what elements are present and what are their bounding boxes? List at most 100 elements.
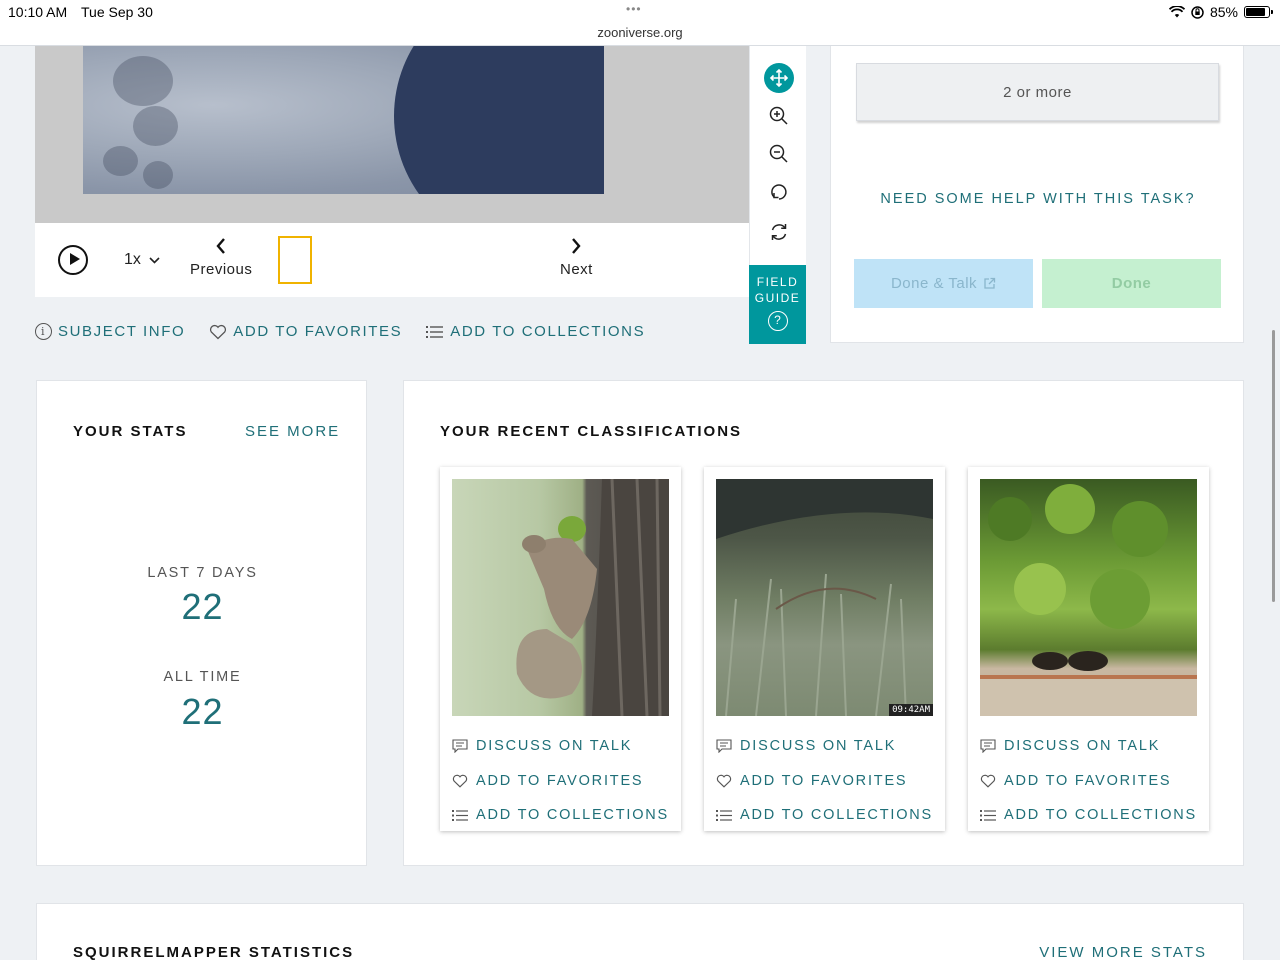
status-indicators: 85% xyxy=(1168,4,1273,20)
classification-thumbnail[interactable]: 09:42AM xyxy=(716,479,933,716)
all-time-value: 22 xyxy=(181,691,224,732)
list-icon xyxy=(980,809,996,821)
see-more-link[interactable]: SEE MORE xyxy=(245,423,340,440)
done-and-talk-button[interactable]: Done & Talk xyxy=(854,259,1033,308)
image-toolbar xyxy=(749,46,806,265)
next-button[interactable]: Next xyxy=(560,237,593,278)
playback-controls: 1x Previous Next xyxy=(35,223,749,297)
battery-icon xyxy=(1244,6,1273,18)
add-to-favorites-label: ADD TO FAVORITES xyxy=(740,772,908,789)
rotate-icon xyxy=(771,184,787,200)
list-icon xyxy=(452,809,468,821)
add-to-favorites-link[interactable]: ADD TO FAVORITES xyxy=(452,764,669,799)
comment-icon xyxy=(716,739,732,754)
reset-button[interactable] xyxy=(764,217,794,247)
zoom-out-icon xyxy=(769,144,788,163)
frame-thumbnail[interactable] xyxy=(278,236,312,284)
last-7-days-label: LAST 7 DAYS xyxy=(147,565,258,581)
discuss-on-talk-label: DISCUSS ON TALK xyxy=(1004,738,1161,755)
add-to-collections-link[interactable]: ADD TO COLLECTIONS xyxy=(716,798,933,833)
subject-info-label: SUBJECT INFO xyxy=(58,323,186,340)
status-date: Tue Sep 30 xyxy=(81,4,153,20)
add-to-collections-label: ADD TO COLLECTIONS xyxy=(740,807,934,824)
list-icon xyxy=(426,325,444,338)
previous-button[interactable]: Previous xyxy=(190,237,252,278)
previous-label: Previous xyxy=(190,261,253,278)
heart-icon xyxy=(716,774,732,788)
external-link-icon xyxy=(984,277,996,289)
recent-classifications-heading: YOUR RECENT CLASSIFICATIONS xyxy=(440,423,743,440)
speed-value: 1x xyxy=(124,251,141,268)
grass-photo xyxy=(716,479,933,716)
classification-thumbnail[interactable] xyxy=(980,479,1197,716)
add-to-favorites-link[interactable]: ADD TO FAVORITES xyxy=(209,323,402,340)
discuss-on-talk-link[interactable]: DISCUSS ON TALK xyxy=(980,729,1197,764)
add-to-favorites-link[interactable]: ADD TO FAVORITES xyxy=(980,764,1197,799)
last-7-days-value: 22 xyxy=(181,586,224,627)
discuss-on-talk-link[interactable]: DISCUSS ON TALK xyxy=(716,729,933,764)
add-to-collections-link[interactable]: ADD TO COLLECTIONS xyxy=(426,323,645,340)
project-statistics-card: SQUIRRELMAPPER STATISTICS VIEW MORE STAT… xyxy=(36,903,1244,960)
comment-icon xyxy=(452,739,468,754)
address-bar-url[interactable]: zooniverse.org xyxy=(0,25,1280,40)
add-to-collections-link[interactable]: ADD TO COLLECTIONS xyxy=(980,798,1197,833)
speed-select[interactable]: 1x xyxy=(124,251,160,269)
move-tool-button[interactable] xyxy=(764,63,794,93)
done-and-talk-label: Done & Talk xyxy=(890,275,978,292)
field-guide-label: FIELD GUIDE xyxy=(754,275,801,305)
field-guide-button[interactable]: FIELD GUIDE ? xyxy=(749,265,806,344)
chevron-right-icon xyxy=(572,238,582,254)
add-to-favorites-label: ADD TO FAVORITES xyxy=(233,323,403,340)
classification-card: DISCUSS ON TALK ADD TO FAVORITES ADD TO … xyxy=(440,467,681,831)
play-button[interactable] xyxy=(58,245,88,275)
comment-icon xyxy=(980,739,996,754)
discuss-on-talk-link[interactable]: DISCUSS ON TALK xyxy=(452,729,669,764)
discuss-on-talk-label: DISCUSS ON TALK xyxy=(740,738,897,755)
heart-icon xyxy=(210,324,227,339)
task-panel: 2 or more NEED SOME HELP WITH THIS TASK?… xyxy=(830,46,1244,343)
your-stats-card: YOUR STATS SEE MORE LAST 7 DAYS 22 ALL T… xyxy=(36,380,367,866)
list-icon xyxy=(716,809,732,821)
task-help-link[interactable]: NEED SOME HELP WITH THIS TASK? xyxy=(831,191,1245,207)
wifi-icon xyxy=(1168,6,1185,18)
status-time: 10:10 AM xyxy=(8,4,68,20)
info-icon: i xyxy=(35,323,52,340)
add-to-collections-label: ADD TO COLLECTIONS xyxy=(450,323,646,340)
move-icon xyxy=(769,68,789,88)
chevron-down-icon xyxy=(149,256,160,264)
add-to-favorites-link[interactable]: ADD TO FAVORITES xyxy=(716,764,933,799)
classification-card: 09:42AM DISCUSS ON TALK ADD TO FAVORITES… xyxy=(704,467,945,831)
camera-timestamp: 09:42AM xyxy=(889,704,933,716)
zoom-out-button[interactable] xyxy=(764,139,794,169)
chevron-left-icon xyxy=(216,238,226,254)
multitask-dots[interactable]: ••• xyxy=(626,2,642,16)
add-to-collections-link[interactable]: ADD TO COLLECTIONS xyxy=(452,798,669,833)
zoom-in-icon xyxy=(769,106,788,125)
project-statistics-heading: SQUIRRELMAPPER STATISTICS xyxy=(73,944,355,960)
heart-icon xyxy=(980,774,996,788)
subject-info-link[interactable]: i SUBJECT INFO xyxy=(35,323,185,340)
page-scrollbar[interactable] xyxy=(1272,330,1275,602)
battery-percent: 85% xyxy=(1209,4,1238,20)
subject-links: i SUBJECT INFO ADD TO FAVORITES ADD TO C… xyxy=(35,323,645,340)
add-to-favorites-label: ADD TO FAVORITES xyxy=(1004,772,1172,789)
recent-classifications-card: YOUR RECENT CLASSIFICATIONS DISCUSS ON T… xyxy=(403,380,1244,866)
done-button[interactable]: Done xyxy=(1042,259,1221,308)
subject-image[interactable] xyxy=(83,46,604,194)
squirrel-photo xyxy=(516,479,669,716)
add-to-collections-label: ADD TO COLLECTIONS xyxy=(476,807,670,824)
zoom-in-button[interactable] xyxy=(764,101,794,131)
add-to-collections-label: ADD TO COLLECTIONS xyxy=(1004,807,1198,824)
your-stats-heading: YOUR STATS xyxy=(73,423,188,440)
classification-thumbnail[interactable] xyxy=(452,479,669,716)
heart-icon xyxy=(452,774,468,788)
status-bar: 10:10 AM Tue Sep 30 ••• zooniverse.org 8… xyxy=(0,0,1280,46)
rotate-button[interactable] xyxy=(764,177,794,207)
orientation-lock-icon xyxy=(1191,5,1204,19)
all-time-label: ALL TIME xyxy=(163,669,242,685)
add-to-favorites-label: ADD TO FAVORITES xyxy=(476,772,644,789)
discuss-on-talk-label: DISCUSS ON TALK xyxy=(476,738,633,755)
next-label: Next xyxy=(560,261,593,278)
view-more-stats-link[interactable]: VIEW MORE STATS xyxy=(1039,944,1207,960)
answer-option-button[interactable]: 2 or more xyxy=(856,63,1219,121)
